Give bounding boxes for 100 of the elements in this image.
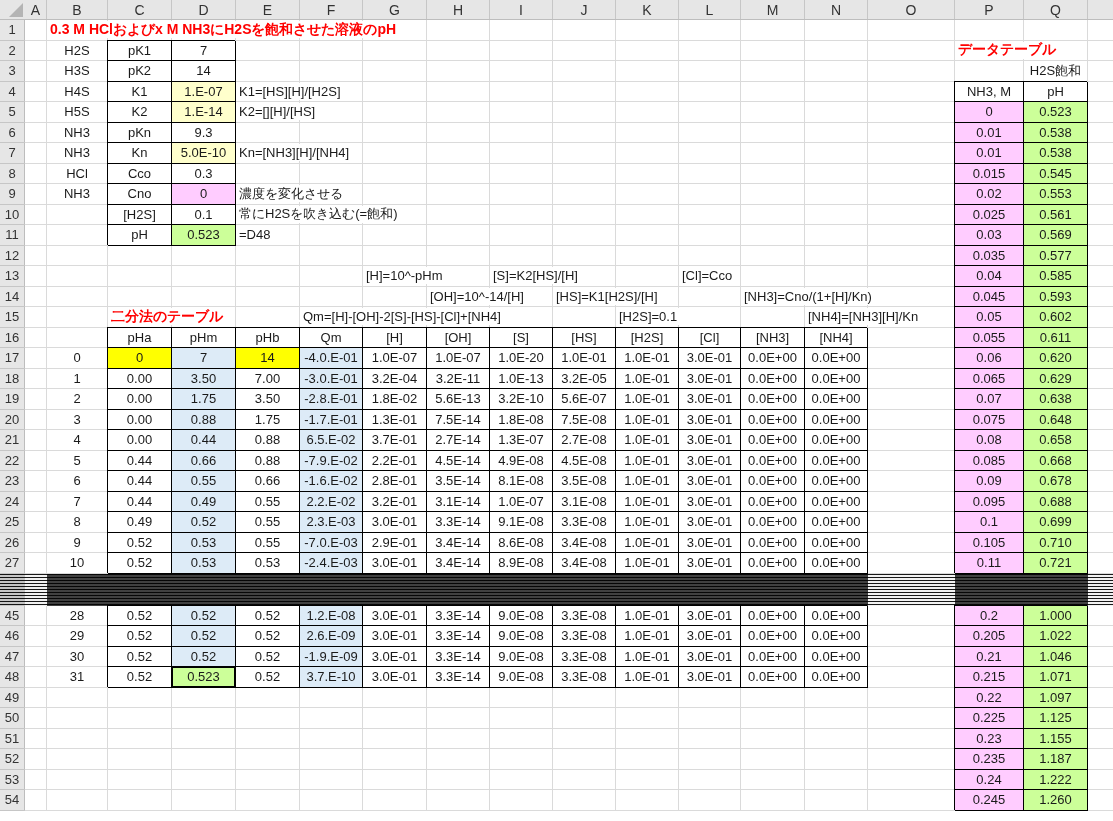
table-cell: 0.44: [108, 471, 172, 492]
table-cell: 3.3E-14: [427, 667, 490, 688]
table-cell: 0.721: [1024, 553, 1088, 574]
row-header[interactable]: 23: [0, 471, 25, 491]
row-header[interactable]: 5: [0, 102, 25, 122]
table-cell: 0.0E+00: [741, 512, 805, 533]
table-cell: 0.52: [172, 512, 236, 533]
column-header[interactable]: D: [172, 0, 236, 19]
table-cell: 0.03: [955, 225, 1024, 246]
table-cell: 1.0E-01: [616, 348, 679, 369]
table-cell: 0.55: [236, 491, 300, 512]
row-header[interactable]: 11: [0, 225, 25, 245]
table-cell: K1: [108, 81, 172, 102]
table-cell: 0.44: [108, 491, 172, 512]
table-cell: 0.53: [172, 553, 236, 574]
column-header[interactable]: C: [108, 0, 172, 19]
column-header[interactable]: G: [363, 0, 427, 19]
column-header[interactable]: I: [490, 0, 553, 19]
column-header[interactable]: F: [300, 0, 363, 19]
row-header[interactable]: 46: [0, 626, 25, 646]
table-cell: 3.0E-01: [679, 491, 741, 512]
table-cell: 0.52: [172, 605, 236, 626]
column-header[interactable]: Q: [1024, 0, 1088, 19]
table-cell: 0: [172, 184, 236, 205]
column-header[interactable]: E: [236, 0, 300, 19]
table-cell: 0.0E+00: [741, 409, 805, 430]
table-cell: 3.0E-01: [679, 532, 741, 553]
row-header[interactable]: 13: [0, 266, 25, 286]
column-header[interactable]: J: [553, 0, 616, 19]
table-cell: 9.1E-08: [490, 512, 553, 533]
table-cell: 0.0E+00: [805, 430, 868, 451]
table-cell: 3.2E-04: [363, 368, 427, 389]
table-cell: 3.0E-01: [363, 512, 427, 533]
column-header[interactable]: O: [868, 0, 955, 19]
column-header[interactable]: B: [47, 0, 108, 19]
row-header[interactable]: 3: [0, 61, 25, 81]
table-cell: 1.0E-07: [363, 348, 427, 369]
table-cell: 14: [172, 61, 236, 82]
table-cell: 1.222: [1024, 769, 1088, 790]
table-cell: [NH3]: [741, 327, 805, 348]
row-header[interactable]: 50: [0, 708, 25, 728]
table-cell: 0.523: [172, 667, 236, 688]
row-header[interactable]: 19: [0, 389, 25, 409]
table-cell: pH: [1024, 81, 1088, 102]
row-header[interactable]: 52: [0, 749, 25, 769]
table-cell: Kn: [108, 143, 172, 164]
table-cell: [H]: [363, 327, 427, 348]
column-header[interactable]: N: [805, 0, 868, 19]
table-cell: 3.0E-01: [363, 553, 427, 574]
table-cell: 0.52: [108, 646, 172, 667]
table-cell: 0.55: [172, 471, 236, 492]
table-cell: 0.66: [236, 471, 300, 492]
row-header[interactable]: 1: [0, 20, 25, 40]
table-cell: H2S飽和: [1024, 61, 1088, 82]
row-header[interactable]: 48: [0, 667, 25, 687]
table-cell: 0.55: [236, 512, 300, 533]
table-cell: 1.75: [236, 409, 300, 430]
table-cell: -2.8.E-01: [300, 389, 363, 410]
column-header[interactable]: M: [741, 0, 805, 19]
formula-note: [S]=K2[HS]/[H]: [493, 267, 580, 284]
table-cell: 0.538: [1024, 122, 1088, 143]
formula-note: K2=[][H]/[HS]: [239, 103, 318, 120]
select-all-icon[interactable]: [9, 3, 23, 17]
row-header[interactable]: 27: [0, 553, 25, 573]
table-cell: 0.0E+00: [805, 491, 868, 512]
column-header[interactable]: A: [25, 0, 47, 19]
table-cell: 0.699: [1024, 512, 1088, 533]
row-header[interactable]: 17: [0, 348, 25, 368]
table-cell: 3.7E-01: [363, 430, 427, 451]
table-cell: 3.3E-08: [553, 512, 616, 533]
row-header[interactable]: 25: [0, 512, 25, 532]
row-header[interactable]: 21: [0, 430, 25, 450]
row-header[interactable]: 15: [0, 307, 25, 327]
table-cell: 0.638: [1024, 389, 1088, 410]
column-header[interactable]: K: [616, 0, 679, 19]
table-cell: 0.44: [172, 430, 236, 451]
row-header[interactable]: 9: [0, 184, 25, 204]
table-cell: 0.569: [1024, 225, 1088, 246]
table-cell: 1.75: [172, 389, 236, 410]
row-header[interactable]: 54: [0, 790, 25, 810]
column-header[interactable]: P: [955, 0, 1024, 19]
table-cell: 0.0E+00: [741, 389, 805, 410]
table-cell: 8.9E-08: [490, 553, 553, 574]
sheet-heading: 0.3 M HClおよびx M NH3にH2Sを飽和させた溶液のpH: [50, 21, 399, 38]
table-cell: 0.00: [108, 389, 172, 410]
column-header[interactable]: H: [427, 0, 490, 19]
table-cell: 3.0E-01: [679, 512, 741, 533]
table-cell: 0.553: [1024, 184, 1088, 205]
table-cell: 0.53: [236, 553, 300, 574]
row-header[interactable]: 7: [0, 143, 25, 163]
table-cell: 0.0E+00: [741, 646, 805, 667]
table-cell: 1.097: [1024, 687, 1088, 708]
table-cell: 3.0E-01: [679, 409, 741, 430]
table-cell: 0.523: [172, 225, 236, 246]
table-cell: 1.0E-01: [616, 626, 679, 647]
table-cell: 3.3E-14: [427, 626, 490, 647]
table-cell: 1.0E-01: [616, 389, 679, 410]
column-header[interactable]: L: [679, 0, 741, 19]
table-cell: 0.658: [1024, 430, 1088, 451]
table-cell: 0.678: [1024, 471, 1088, 492]
